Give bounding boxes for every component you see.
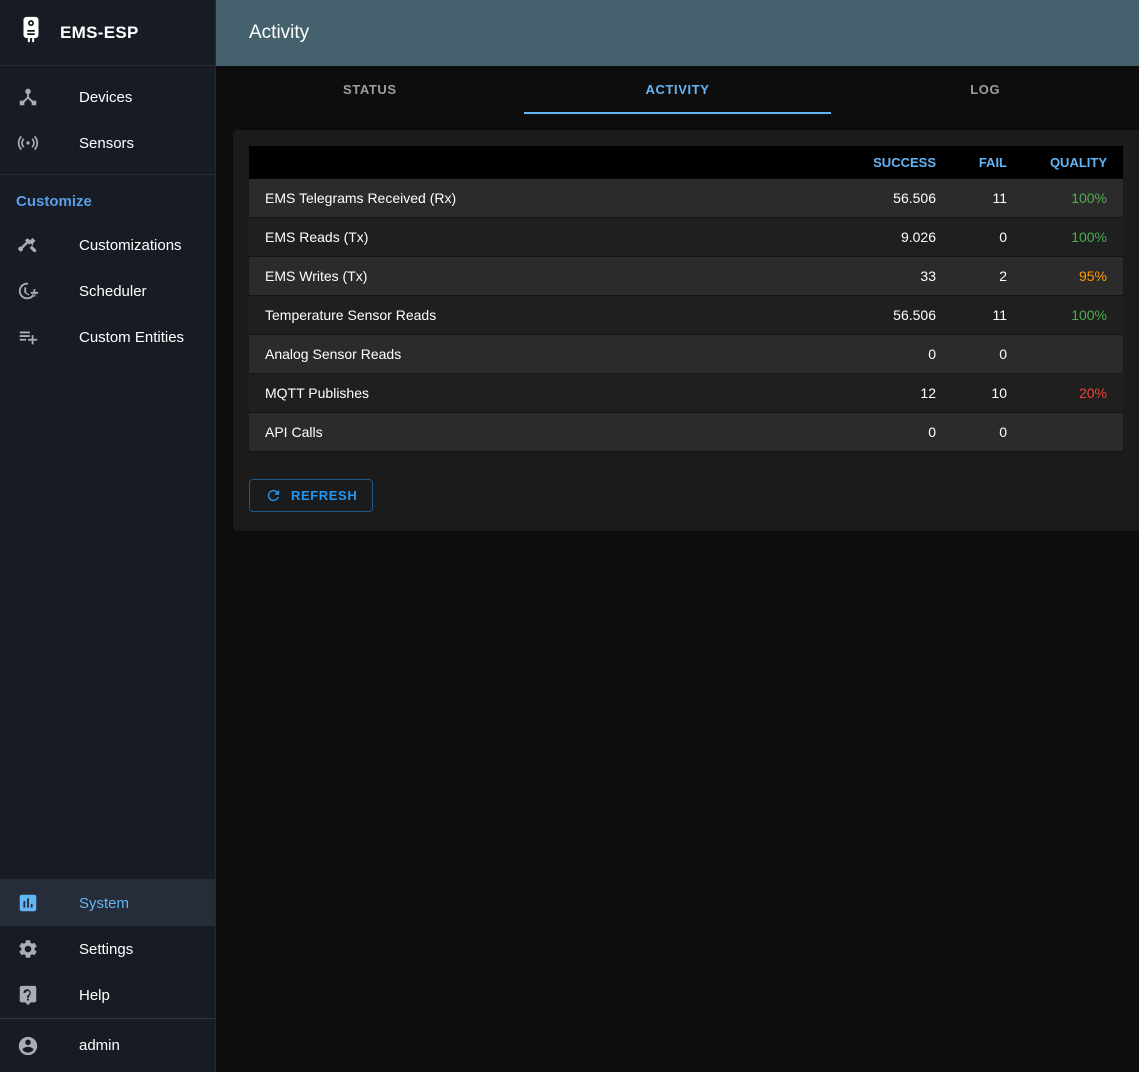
metric-name: EMS Writes (Tx) — [265, 268, 846, 284]
table-row: Analog Sensor Reads 0 0 — [249, 335, 1123, 374]
sidebar-item-label: Custom Entities — [79, 329, 184, 346]
table-row: API Calls 0 0 — [249, 413, 1123, 452]
metric-fail: 0 — [936, 346, 1007, 362]
header-success: SUCCESS — [846, 155, 936, 170]
sidebar-item-settings[interactable]: Settings — [0, 926, 215, 972]
app-logo-icon — [16, 15, 46, 50]
header-quality: QUALITY — [1007, 155, 1107, 170]
metric-success: 33 — [846, 268, 936, 284]
metric-success: 56.506 — [846, 190, 936, 206]
metric-fail: 10 — [936, 385, 1007, 401]
metric-success: 56.506 — [846, 307, 936, 323]
help-icon — [16, 983, 40, 1007]
metric-success: 0 — [846, 424, 936, 440]
metric-quality: 95% — [1007, 268, 1107, 284]
user-label: admin — [79, 1037, 120, 1054]
sidebar-item-label: Scheduler — [79, 283, 147, 300]
refresh-icon — [265, 487, 282, 504]
activity-card: SUCCESS FAIL QUALITY EMS Telegrams Recei… — [233, 130, 1139, 531]
table-row: EMS Telegrams Received (Rx) 56.506 11 10… — [249, 179, 1123, 218]
analytics-icon — [16, 891, 40, 915]
app-title: EMS-ESP — [60, 23, 139, 43]
metric-name: Temperature Sensor Reads — [265, 307, 846, 323]
metric-quality: 100% — [1007, 229, 1107, 245]
refresh-button-label: REFRESH — [291, 488, 357, 503]
metric-quality: 20% — [1007, 385, 1107, 401]
activity-table: SUCCESS FAIL QUALITY EMS Telegrams Recei… — [249, 146, 1123, 452]
sidebar-item-label: Help — [79, 987, 110, 1004]
metric-name: EMS Reads (Tx) — [265, 229, 846, 245]
metric-success: 12 — [846, 385, 936, 401]
sidebar-item-label: Settings — [79, 941, 133, 958]
sidebar-item-sensors[interactable]: Sensors — [0, 120, 215, 166]
tab-activity[interactable]: ACTIVITY — [524, 66, 832, 114]
sidebar-section-customize: Customize — [0, 174, 215, 222]
device-hub-icon — [16, 85, 40, 109]
tab-status[interactable]: STATUS — [216, 66, 524, 114]
sidebar: EMS-ESP Devices Sensors Customize Custom… — [0, 0, 216, 1072]
table-header-row: SUCCESS FAIL QUALITY — [249, 146, 1123, 179]
table-row: EMS Reads (Tx) 9.026 0 100% — [249, 218, 1123, 257]
metric-success: 9.026 — [846, 229, 936, 245]
header-fail: FAIL — [936, 155, 1007, 170]
sidebar-item-customizations[interactable]: Customizations — [0, 222, 215, 268]
metric-name: API Calls — [265, 424, 846, 440]
refresh-button[interactable]: REFRESH — [249, 479, 373, 512]
sensors-icon — [16, 131, 40, 155]
metric-success: 0 — [846, 346, 936, 362]
sidebar-item-devices[interactable]: Devices — [0, 74, 215, 120]
sidebar-item-help[interactable]: Help — [0, 972, 215, 1018]
metric-fail: 0 — [936, 229, 1007, 245]
table-row: EMS Writes (Tx) 33 2 95% — [249, 257, 1123, 296]
tab-bar: STATUS ACTIVITY LOG — [216, 66, 1139, 114]
playlist-add-icon — [16, 325, 40, 349]
sidebar-item-custom-entities[interactable]: Custom Entities — [0, 314, 215, 360]
sidebar-user[interactable]: admin — [0, 1018, 215, 1072]
account-circle-icon — [16, 1034, 40, 1058]
clock-plus-icon — [16, 279, 40, 303]
tab-log[interactable]: LOG — [831, 66, 1139, 114]
main-area: Activity STATUS ACTIVITY LOG SUCCESS FAI… — [216, 0, 1139, 1072]
appbar: Activity — [216, 0, 1139, 66]
metric-fail: 0 — [936, 424, 1007, 440]
sidebar-nav: Devices Sensors Customize Customizations… — [0, 66, 215, 360]
metric-quality: 100% — [1007, 307, 1107, 323]
gear-icon — [16, 937, 40, 961]
sidebar-item-label: Customizations — [79, 237, 182, 254]
metric-fail: 11 — [936, 307, 1007, 323]
table-row: MQTT Publishes 12 10 20% — [249, 374, 1123, 413]
metric-fail: 11 — [936, 190, 1007, 206]
metric-name: EMS Telegrams Received (Rx) — [265, 190, 846, 206]
sidebar-header: EMS-ESP — [0, 0, 215, 66]
sidebar-item-system[interactable]: System — [0, 880, 215, 926]
table-row: Temperature Sensor Reads 56.506 11 100% — [249, 296, 1123, 335]
metric-quality: 100% — [1007, 190, 1107, 206]
sidebar-bottom-nav: System Settings Help admin — [0, 879, 215, 1072]
construction-icon — [16, 233, 40, 257]
page-title: Activity — [249, 22, 309, 44]
metric-name: Analog Sensor Reads — [265, 346, 846, 362]
sidebar-item-label: Sensors — [79, 135, 134, 152]
metric-fail: 2 — [936, 268, 1007, 284]
sidebar-item-label: Devices — [79, 89, 132, 106]
metric-name: MQTT Publishes — [265, 385, 846, 401]
sidebar-item-label: System — [79, 895, 129, 912]
sidebar-item-scheduler[interactable]: Scheduler — [0, 268, 215, 314]
